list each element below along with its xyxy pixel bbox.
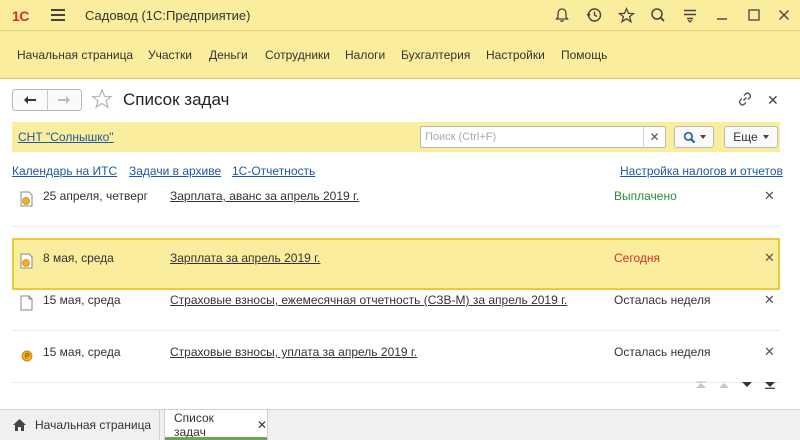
title-bar: 1С Садовод (1С:Предприятие) — [0, 0, 800, 31]
document-icon — [20, 295, 34, 311]
section-help[interactable]: Помощь — [561, 48, 607, 62]
section-money[interactable]: Деньги — [209, 48, 248, 62]
task-link[interactable]: Зарплата, аванс за апрель 2019 г. — [170, 189, 359, 203]
row-divider — [12, 382, 780, 383]
task-date: 25 апреля, четверг — [43, 189, 148, 203]
clear-search-icon[interactable]: ✕ — [643, 127, 665, 147]
section-accounting[interactable]: Бухгалтерия — [401, 48, 470, 62]
row-divider — [12, 330, 780, 331]
history-icon[interactable] — [584, 5, 604, 25]
task-status: Сегодня — [614, 251, 660, 265]
home-icon — [13, 419, 26, 431]
task-link[interactable]: Страховые взносы, уплата за апрель 2019 … — [170, 345, 417, 359]
scroll-controls — [694, 380, 777, 390]
row-divider — [12, 226, 780, 227]
org-link[interactable]: СНТ "Солнышко" — [18, 130, 114, 144]
search-input[interactable] — [421, 127, 643, 147]
forward-button[interactable] — [46, 90, 81, 110]
chevron-down-icon — [762, 135, 769, 139]
dismiss-task-icon[interactable]: ✕ — [764, 292, 775, 308]
star-icon[interactable] — [616, 5, 636, 25]
scroll-up-icon[interactable] — [717, 380, 731, 390]
section-home[interactable]: Начальная страница — [17, 48, 133, 62]
task-status: Выплачено — [614, 189, 677, 203]
maximize-icon[interactable] — [744, 5, 764, 25]
task-row[interactable]: 15 мая, среда Страховые взносы, уплата з… — [12, 332, 780, 380]
section-taxes[interactable]: Налоги — [345, 48, 385, 62]
task-row[interactable]: 25 апреля, четверг Зарплата, аванс за ап… — [12, 176, 780, 224]
bell-icon[interactable] — [552, 5, 572, 25]
task-status: Осталась неделя — [614, 345, 711, 359]
minimize-icon[interactable] — [712, 5, 732, 25]
doc-coin-icon — [20, 253, 34, 269]
close-tab-icon[interactable]: ✕ — [257, 418, 267, 432]
nav-buttons — [12, 89, 82, 111]
scroll-bottom-icon[interactable] — [763, 380, 777, 390]
scroll-top-icon[interactable] — [694, 380, 708, 390]
arrow-right-icon — [58, 96, 71, 104]
section-plots[interactable]: Участки — [148, 48, 192, 62]
settings-lines-icon[interactable] — [680, 5, 700, 25]
main-menu-icon[interactable] — [51, 9, 65, 21]
back-button[interactable] — [13, 90, 47, 110]
chevron-down-icon — [699, 135, 706, 139]
tab-home[interactable]: Начальная страница — [0, 410, 160, 440]
app-logo: 1С — [12, 8, 29, 24]
dismiss-task-icon[interactable]: ✕ — [764, 188, 775, 204]
open-windows-bar: Начальная страница Список задач ✕ — [0, 409, 800, 440]
search-icon[interactable] — [648, 5, 668, 25]
task-date: 15 мая, среда — [43, 345, 121, 359]
dismiss-task-icon[interactable]: ✕ — [764, 344, 775, 360]
close-form-icon[interactable]: ✕ — [767, 92, 779, 109]
arrow-left-icon — [23, 96, 36, 104]
more-button[interactable]: Еще — [724, 126, 778, 148]
link-icon[interactable] — [737, 91, 753, 110]
task-link[interactable]: Страховые взносы, ежемесячная отчетность… — [170, 293, 567, 307]
org-bar: СНТ "Солнышко" ✕ Еще — [12, 122, 780, 152]
page-title: Список задач — [123, 90, 230, 109]
search-box: ✕ — [420, 126, 666, 148]
magnifier-icon — [683, 131, 695, 143]
search-button[interactable] — [674, 126, 714, 148]
section-employees[interactable]: Сотрудники — [265, 48, 330, 62]
more-button-label: Еще — [733, 130, 758, 144]
section-settings[interactable]: Настройки — [486, 48, 545, 62]
tab-home-label: Начальная страница — [35, 418, 152, 432]
app-title: Садовод (1С:Предприятие) — [85, 8, 251, 23]
task-date: 8 мая, среда — [43, 251, 114, 265]
dismiss-task-icon[interactable]: ✕ — [764, 250, 775, 266]
task-date: 15 мая, среда — [43, 293, 121, 307]
task-row[interactable]: 15 мая, среда Страховые взносы, ежемесяч… — [12, 280, 780, 328]
task-link[interactable]: Зарплата за апрель 2019 г. — [170, 251, 320, 265]
doc-coin-icon — [20, 191, 34, 207]
tab-task-list[interactable]: Список задач ✕ — [164, 410, 268, 440]
close-icon[interactable] — [774, 5, 794, 25]
tab-task-list-label: Список задач — [174, 411, 214, 439]
scroll-down-icon[interactable] — [740, 380, 754, 390]
sections-panel: Начальная страница Участки Деньги Сотруд… — [0, 31, 800, 79]
favorite-star-icon[interactable] — [91, 88, 113, 110]
task-status: Осталась неделя — [614, 293, 711, 307]
coin-icon — [20, 347, 34, 363]
